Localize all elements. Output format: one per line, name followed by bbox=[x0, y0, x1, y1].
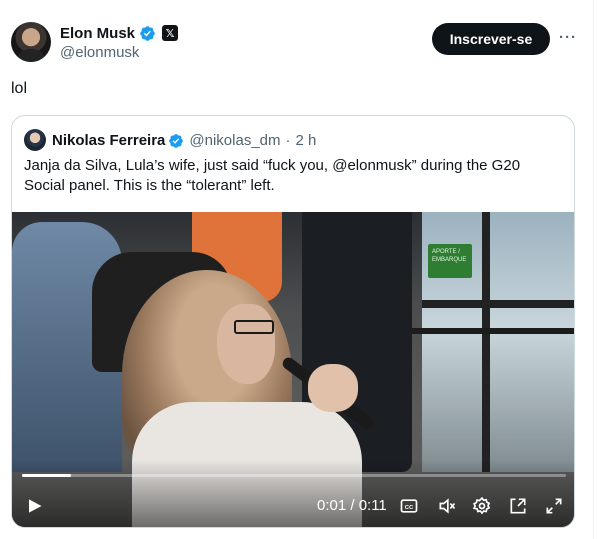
quoted-tweet-text: Janja da Silva, Lula’s wife, just said “… bbox=[24, 157, 521, 194]
speaker-glasses bbox=[234, 320, 274, 334]
column-divider bbox=[593, 0, 594, 539]
pip-icon[interactable] bbox=[506, 494, 530, 518]
quoted-author-name[interactable]: Nikolas Ferreira bbox=[52, 132, 165, 149]
quoted-avatar[interactable] bbox=[24, 129, 46, 151]
quoted-header: Nikolas Ferreira @nikolas_dm · 2 h bbox=[52, 131, 316, 150]
progress-bar[interactable] bbox=[22, 474, 566, 477]
speaker-hand bbox=[308, 364, 358, 412]
window-mullion bbox=[482, 212, 490, 472]
play-icon[interactable] bbox=[22, 494, 46, 518]
fullscreen-icon[interactable] bbox=[542, 494, 566, 518]
quoted-verified-badge-icon bbox=[169, 133, 184, 148]
author-handle[interactable]: @elonmusk bbox=[60, 44, 139, 61]
settings-icon[interactable] bbox=[470, 494, 494, 518]
svg-text:CC: CC bbox=[405, 505, 414, 511]
verified-badge-icon[interactable] bbox=[139, 25, 156, 42]
author-row: Elon Musk 𝕏 bbox=[60, 23, 179, 43]
mute-icon[interactable] bbox=[435, 494, 459, 518]
quoted-author-handle[interactable]: @nikolas_dm bbox=[189, 132, 280, 149]
separator-dot: · bbox=[285, 132, 291, 149]
subscribe-button[interactable]: Inscrever-se bbox=[432, 23, 550, 55]
window-rail bbox=[422, 300, 574, 308]
captions-icon[interactable]: CC bbox=[397, 494, 421, 518]
more-options-icon[interactable]: ··· bbox=[557, 27, 579, 49]
progress-fill bbox=[22, 474, 71, 477]
window-rail-lower bbox=[407, 328, 574, 334]
quoted-tweet-card[interactable]: Nikolas Ferreira @nikolas_dm · 2 h Janja… bbox=[11, 115, 575, 528]
tweet-text: lol bbox=[11, 80, 28, 97]
x-logo-icon[interactable]: 𝕏 bbox=[162, 25, 179, 41]
video-player[interactable]: APORTE / EMBARQUE 0:01 / 0:11 CC bbox=[12, 212, 574, 527]
time-display: 0:01 / 0:11 bbox=[317, 497, 387, 514]
author-name[interactable]: Elon Musk bbox=[60, 25, 135, 42]
exit-sign: APORTE / EMBARQUE bbox=[428, 244, 472, 278]
speaker-face bbox=[217, 304, 275, 384]
quoted-timestamp[interactable]: 2 h bbox=[296, 132, 317, 149]
avatar[interactable] bbox=[11, 22, 51, 62]
